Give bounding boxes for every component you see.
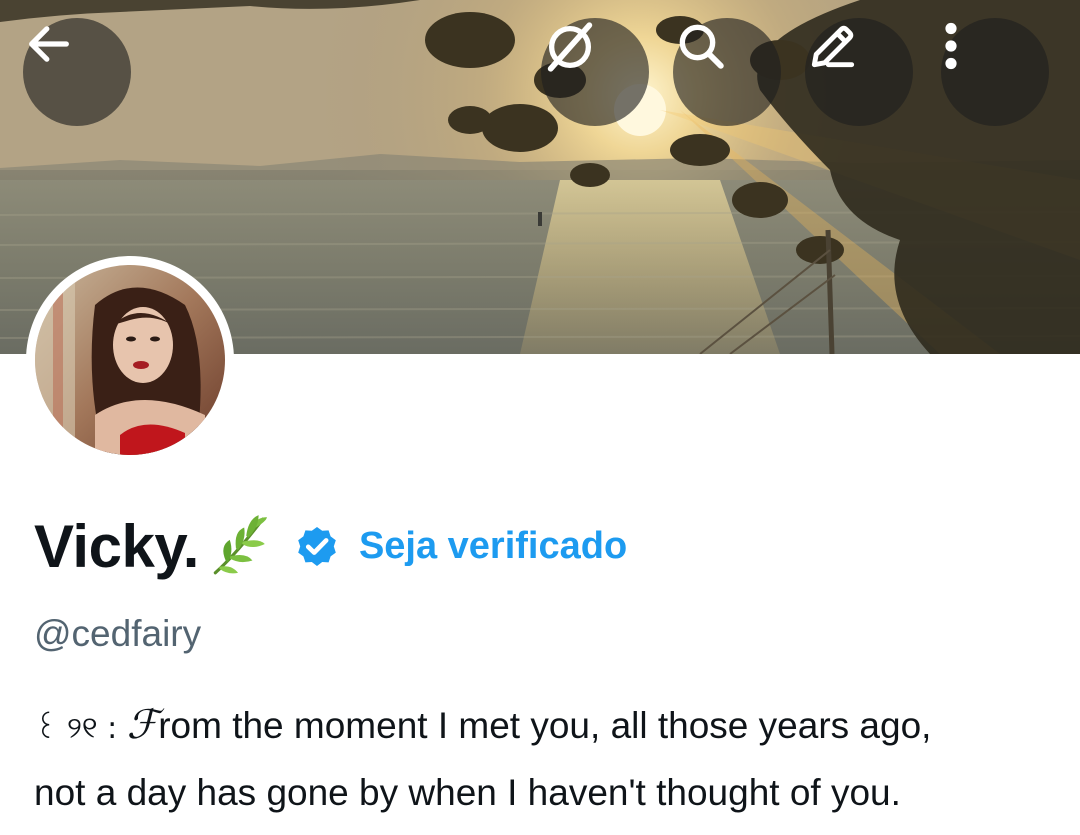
bio-prefix: ꒰ ୨୧ :	[34, 711, 127, 746]
arrow-left-icon	[29, 26, 69, 62]
avatar-image	[35, 265, 225, 455]
bio-line-1: rom the moment I met you, all those year…	[158, 705, 932, 746]
grok-button[interactable]	[541, 18, 649, 126]
edit-profile-button[interactable]	[805, 18, 913, 126]
profile-handle: @cedfairy	[34, 613, 202, 654]
profile-bio: ꒰ ୨୧ : ℱrom the moment I met you, all th…	[34, 693, 1064, 825]
profile-name-row: Vicky. Seja verificado	[34, 508, 627, 584]
verified-badge-icon[interactable]	[293, 522, 341, 570]
profile-avatar[interactable]	[26, 256, 234, 464]
bio-script-letter: ℱ	[126, 702, 159, 748]
grok-icon	[547, 22, 593, 72]
search-button[interactable]	[673, 18, 781, 126]
back-button[interactable]	[23, 18, 131, 126]
bio-line-2: not a day has gone by when I haven't tho…	[34, 772, 901, 813]
more-options-button[interactable]	[941, 18, 1049, 126]
display-name: Vicky.	[34, 512, 199, 580]
more-vertical-icon	[945, 22, 957, 70]
herb-emoji	[213, 515, 267, 575]
pencil-icon	[811, 25, 855, 68]
get-verified-link[interactable]: Seja verificado	[359, 525, 627, 568]
search-icon	[679, 24, 724, 69]
